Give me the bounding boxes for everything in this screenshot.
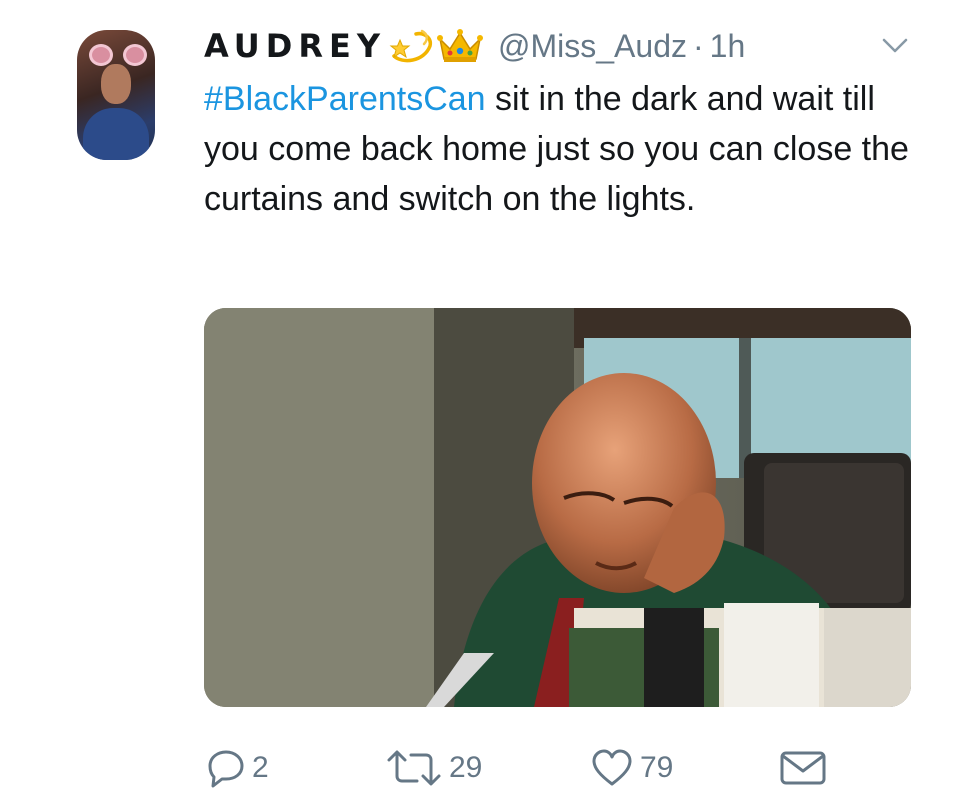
chevron-down-icon[interactable] <box>880 34 910 56</box>
retweet-button[interactable]: 29 <box>385 748 482 788</box>
avatar-filter-ear-left <box>89 44 113 66</box>
crown-emoji-icon <box>436 27 484 65</box>
retweet-icon <box>385 748 443 788</box>
avatar-filter-ear-right <box>123 44 147 66</box>
like-count: 79 <box>640 751 674 784</box>
avatar[interactable] <box>77 30 155 160</box>
hashtag-link[interactable]: #BlackParentsCan <box>204 80 486 118</box>
separator-dot: · <box>692 27 704 64</box>
display-name[interactable]: AUDREY <box>204 27 386 65</box>
avatar-face <box>101 64 131 104</box>
tweet-header: AUDREY @Miss_Audz · 1h <box>204 24 745 68</box>
handle[interactable]: @Miss_Audz <box>498 28 687 65</box>
tweet-actions: 2 29 79 <box>0 742 960 794</box>
dizzy-star-emoji-icon <box>388 26 434 66</box>
avatar-body <box>83 108 149 160</box>
reply-count: 2 <box>252 751 269 784</box>
reply-icon <box>204 748 246 788</box>
like-button[interactable]: 79 <box>590 748 673 788</box>
reply-button[interactable]: 2 <box>204 748 269 788</box>
retweet-count: 29 <box>449 751 483 784</box>
like-icon <box>590 748 634 788</box>
tweet-media-photo[interactable] <box>204 308 911 707</box>
dm-button[interactable] <box>778 748 828 788</box>
tweet-text: #BlackParentsCan sit in the dark and wai… <box>204 74 924 224</box>
timestamp[interactable]: 1h <box>710 28 746 65</box>
dm-icon <box>778 748 828 788</box>
